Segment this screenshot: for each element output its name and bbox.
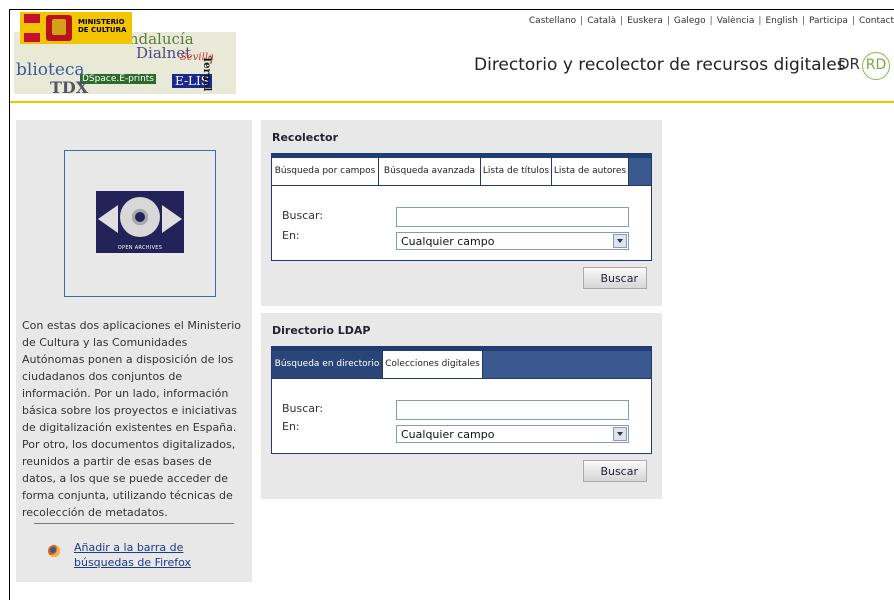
firefox-icon	[48, 545, 60, 557]
recolector-title: Recolector	[272, 131, 338, 144]
page-title: Directorio y recolector de recursos digi…	[474, 55, 846, 75]
ldap-field-select[interactable]: Cualquier campo	[396, 425, 629, 443]
ministerio-line1: MINISTERIO	[78, 18, 125, 26]
chevron-down-icon[interactable]	[613, 234, 627, 248]
ldap-panel: Directorio LDAP Búsqueda en directorio C…	[261, 313, 662, 499]
recolector-search-button[interactable]: Buscar	[583, 267, 647, 289]
lang-euskera[interactable]: Euskera	[627, 16, 663, 26]
recolector-field-value: Cualquier campo	[401, 235, 495, 248]
language-bar: Castellano | Català | Euskera | Galego | Valènci…	[528, 16, 894, 26]
collage-word: TDX	[50, 78, 89, 94]
lang-valencia[interactable]: València	[717, 16, 755, 26]
arrow-right-icon	[162, 205, 182, 233]
tab-colecciones-digitales[interactable]: Colecciones digitales	[383, 351, 483, 378]
spain-flag-icon	[24, 14, 40, 42]
open-archives-frame: OPEN ARCHIVES	[64, 150, 216, 297]
recolector-tab-strip: Búsqueda por campos Búsqueda avanzada Li…	[272, 154, 651, 186]
ministerio-logo[interactable]: MINISTERIO DE CULTURA	[20, 12, 132, 44]
sidebar: OPEN ARCHIVES Con estas dos aplicaciones…	[16, 120, 252, 582]
rd-text: RD	[861, 52, 890, 80]
lang-castellano[interactable]: Castellano	[529, 16, 576, 26]
recolector-tabs-box: Búsqueda por campos Búsqueda avanzada Li…	[271, 153, 652, 261]
ministerio-line2: DE CULTURA	[78, 26, 127, 34]
en-label: En:	[282, 229, 300, 242]
open-archives-logo[interactable]: OPEN ARCHIVES	[96, 191, 184, 253]
ldap-search-button[interactable]: Buscar	[583, 460, 647, 482]
collage-word: DSpace.E-prints	[80, 74, 156, 84]
open-archives-caption: OPEN ARCHIVES	[117, 245, 163, 251]
sidebar-description: Con estas dos aplicaciones el Ministerio…	[22, 319, 242, 519]
recolector-field-select[interactable]: Cualquier campo	[396, 232, 629, 250]
lang-galego[interactable]: Galego	[674, 16, 706, 26]
ldap-tab-strip: Búsqueda en directorio Colecciones digit…	[272, 347, 651, 379]
tab-busqueda-avanzada[interactable]: Búsqueda avanzada	[379, 158, 481, 185]
sidebar-divider	[34, 523, 234, 524]
dr-rd-logo: DR RD	[838, 52, 890, 80]
recolector-panel: Recolector Búsqueda por campos Búsqueda …	[261, 120, 662, 306]
lang-english[interactable]: English	[765, 16, 798, 26]
ldap-title: Directorio LDAP	[272, 324, 371, 337]
collage-word: Teruel	[201, 56, 212, 92]
chevron-down-icon[interactable]	[613, 427, 627, 441]
recolector-search-input[interactable]	[396, 207, 629, 227]
disc-icon	[120, 197, 160, 237]
collage-word: blioteca	[16, 60, 85, 80]
ldap-search-input[interactable]	[396, 400, 629, 420]
tab-lista-autores[interactable]: Lista de autores	[552, 158, 629, 185]
buscar-label: Buscar:	[282, 402, 324, 415]
tab-busqueda-campos[interactable]: Búsqueda por campos	[272, 158, 379, 185]
ldap-field-value: Cualquier campo	[401, 428, 495, 441]
lang-catala[interactable]: Català	[587, 16, 616, 26]
link-participa[interactable]: Participa	[809, 16, 848, 26]
en-label: En:	[282, 420, 300, 433]
arrow-left-icon	[98, 205, 118, 233]
tab-lista-titulos[interactable]: Lista de títulos	[481, 158, 552, 185]
coat-of-arms-icon	[46, 15, 72, 41]
header-rule	[10, 101, 894, 103]
page-border-top	[9, 9, 894, 10]
buscar-label: Buscar:	[282, 209, 324, 222]
add-to-firefox-link[interactable]: Añadir a la barra de búsquedas de Firefo…	[74, 540, 234, 570]
ldap-tabs-box: Búsqueda en directorio Colecciones digit…	[271, 346, 652, 454]
dr-text: DR	[838, 55, 860, 73]
link-contact[interactable]: Contact	[859, 16, 894, 26]
page-border-left	[9, 9, 10, 600]
tab-busqueda-directorio[interactable]: Búsqueda en directorio	[272, 351, 383, 378]
